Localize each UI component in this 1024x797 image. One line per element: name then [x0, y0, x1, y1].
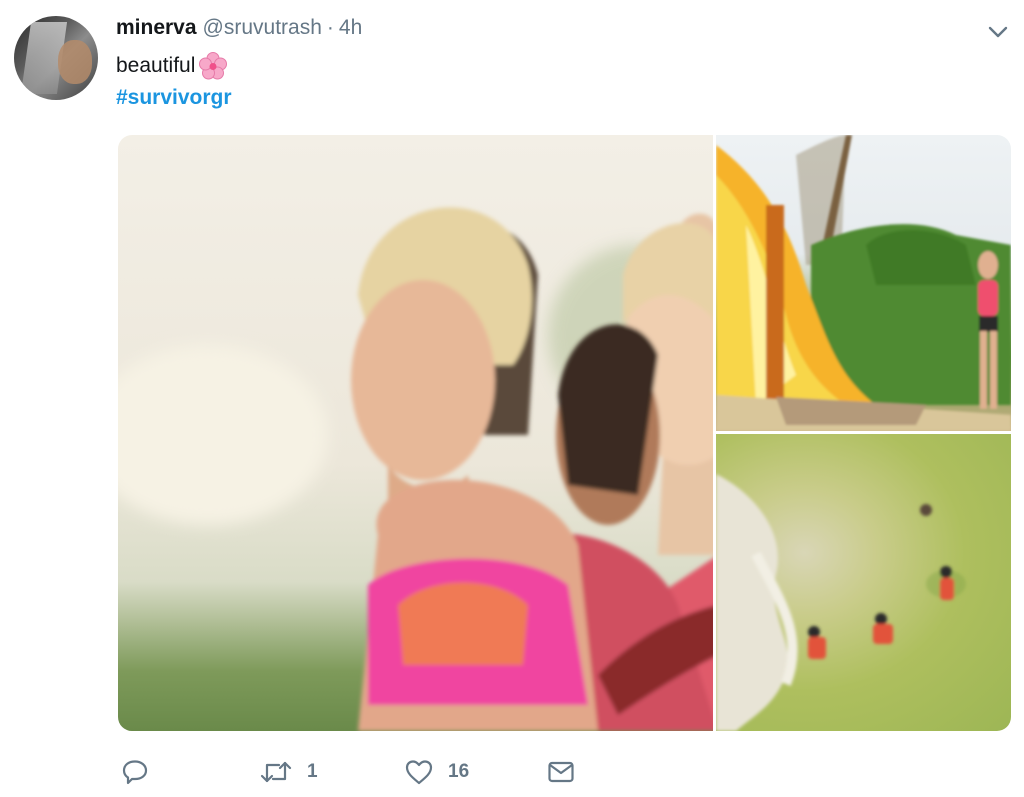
photo-burning-torch[interactable] [716, 135, 1011, 431]
display-name[interactable]: minerva [116, 16, 197, 40]
direct-message-icon [548, 761, 574, 783]
separator-dot: · [326, 16, 334, 39]
tweet-actions: 1 16 [118, 755, 598, 789]
chevron-down-icon[interactable] [985, 22, 1011, 42]
like-button[interactable]: 16 [404, 755, 469, 789]
reply-icon [122, 760, 148, 785]
retweet-count: 1 [307, 761, 318, 782]
direct-message-button[interactable] [546, 755, 576, 789]
like-icon [405, 760, 433, 785]
media-grid [118, 135, 1011, 731]
retweet-button[interactable]: 1 [259, 755, 318, 789]
avatar[interactable] [14, 16, 98, 100]
tweet-header: minerva @sruvutrash · 4h [116, 16, 362, 42]
hashtag-link[interactable]: #survivorgr [116, 86, 232, 110]
photo-three-contestants[interactable] [118, 135, 713, 731]
tweet-body: beautiful [116, 54, 196, 77]
tweet-text: beautiful [116, 52, 228, 80]
reply-button[interactable] [120, 755, 164, 789]
like-count: 16 [448, 761, 470, 782]
retweet-icon [260, 761, 292, 783]
photo-aerial-field[interactable] [716, 434, 1011, 731]
cherry-blossom-emoji [199, 52, 228, 80]
user-handle[interactable]: @sruvutrash [203, 16, 322, 40]
tweet-timestamp[interactable]: 4h [339, 16, 362, 40]
avatar-face [58, 40, 92, 84]
